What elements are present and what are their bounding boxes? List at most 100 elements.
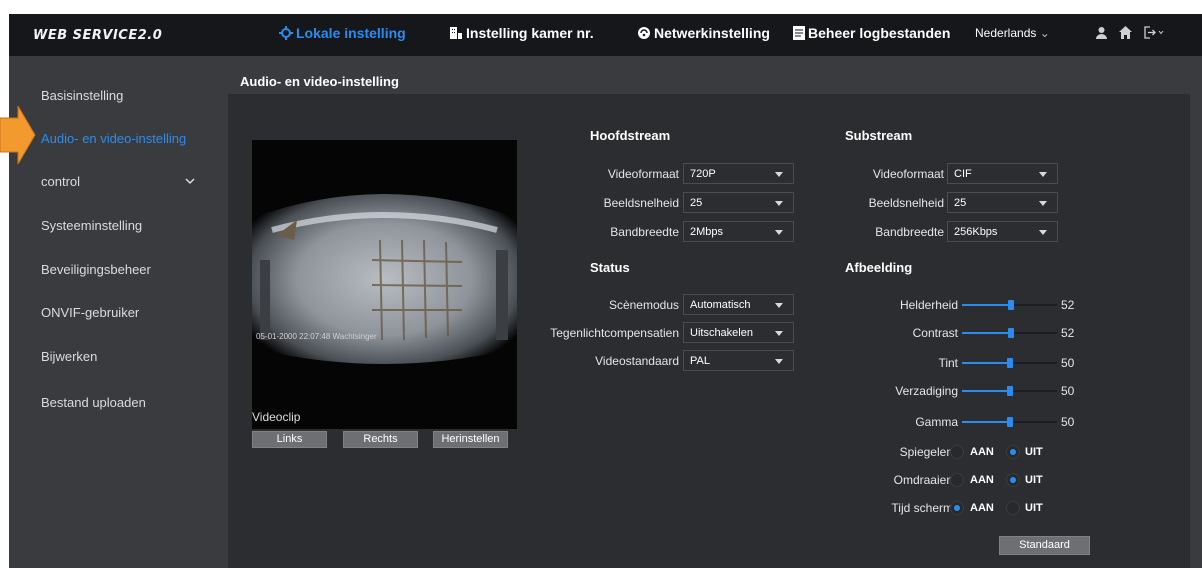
hue-label: Tint [938,356,958,370]
hue-value: 50 [1061,356,1075,370]
home-icon[interactable] [1119,26,1132,42]
time-display-label: Tijd scherm [891,501,953,515]
tab-label: Audio- en video-instelling [240,74,399,89]
video-standard-select[interactable]: PAL [683,350,794,371]
gear-icon [279,26,293,40]
slider-knob[interactable] [1008,300,1015,310]
substream-format-label: Videoformaat [872,167,944,181]
substream-bitrate-select[interactable]: 256Kbps [947,221,1058,242]
chevron-down-icon[interactable] [185,176,195,186]
backlight-label: Tegenlichtcompensatien [550,326,679,340]
mainstream-format-select[interactable]: 720P [683,163,794,184]
video-standard-value: PAL [690,355,710,367]
caret-down-icon [1039,172,1047,177]
mirror-on-radio[interactable] [950,445,964,459]
mirror-label: Spiegelen [899,445,953,459]
caret-down-icon [775,201,783,206]
logout-icon[interactable] [1144,26,1164,42]
substream-title: Substream [845,128,913,143]
sidebar-item-update[interactable]: Bijwerken [41,349,97,364]
gamma-slider[interactable] [962,416,1057,428]
flip-off-label: UIT [1025,474,1043,486]
mainstream-bitrate-label: Bandbreedte [610,225,679,239]
caret-down-icon [775,359,783,364]
flip-off-radio[interactable] [1006,473,1020,487]
building-icon [450,27,462,39]
contrast-value: 52 [1061,326,1075,340]
backlight-value: Uitschakelen [690,327,753,339]
time-display-on-radio[interactable] [950,501,964,515]
substream-bitrate-label: Bandbreedte [875,225,944,239]
pan-left-button[interactable]: Links [252,431,327,448]
brightness-value: 52 [1061,298,1075,312]
mainstream-format-value: 720P [690,168,716,180]
caret-down-icon [775,303,783,308]
substream-fps-value: 25 [954,197,967,209]
hue-slider[interactable] [962,357,1057,369]
mainstream-bitrate-select[interactable]: 2Mbps [683,221,794,242]
slider-knob[interactable] [1006,358,1013,368]
nav-local-label: Lokale instelling [296,25,406,41]
scene-mode-select[interactable]: Automatisch [683,294,794,315]
chevron-down-icon: ⌄ [1039,26,1050,40]
nav-local-settings[interactable]: Lokale instelling [279,25,406,41]
mainstream-bitrate-value: 2Mbps [690,226,724,238]
mirror-off-radio[interactable] [1006,445,1020,459]
nav-room-number[interactable]: Instelling kamer nr. [449,25,594,41]
slider-knob[interactable] [1006,386,1013,396]
time-display-off-radio[interactable] [1006,501,1020,515]
substream-bitrate-value: 256Kbps [954,226,998,238]
time-display-on-label: AAN [970,502,994,514]
contrast-slider[interactable] [962,327,1057,339]
scene-mode-label: Scènemodus [608,298,679,312]
flip-label: Omdraaien [893,473,953,487]
tab-audio-video[interactable]: Audio- en video-instelling [228,70,428,94]
nav-log-management[interactable]: Beheer logbestanden [793,25,950,41]
video-timestamp: 05-01-2000 22:07:48 Wachtsinger [256,332,377,341]
sidebar-item-security[interactable]: Beveiligingsbeheer [41,262,151,277]
slider-knob[interactable] [1008,328,1015,338]
network-icon [638,27,650,39]
slider-knob[interactable] [1006,417,1013,427]
brightness-slider[interactable] [962,299,1057,311]
nav-room-label: Instelling kamer nr. [466,25,594,41]
sidebar-item-system[interactable]: Systeeminstelling [41,218,142,233]
backlight-select[interactable]: Uitschakelen [683,322,794,343]
mainstream-fps-select[interactable]: 25 [683,192,794,213]
mainstream-title: Hoofdstream [590,128,671,143]
nav-network-settings[interactable]: Netwerkinstelling [637,25,770,41]
saturation-slider[interactable] [962,385,1057,397]
sidebar-item-onvif[interactable]: ONVIF-gebruiker [41,305,139,320]
brightness-label: Helderheid [899,298,958,312]
top-navigation-bar: WEB SERVICE2.0 Lokale instelling Instell… [9,14,1202,56]
gamma-value: 50 [1061,415,1075,429]
sidebar-item-control[interactable]: control [41,174,80,189]
camera-image [252,194,517,364]
sidebar-item-audio-video[interactable]: Audio- en video-instelling [41,131,186,146]
mainstream-format-label: Videoformaat [607,167,679,181]
nav-network-label: Netwerkinstelling [654,25,770,41]
user-icon[interactable] [1095,26,1108,42]
gamma-label: Gamma [915,415,958,429]
caret-down-icon [1039,201,1047,206]
mainstream-fps-value: 25 [690,197,703,209]
sidebar-item-upload[interactable]: Bestand uploaden [41,395,146,410]
status-title: Status [590,260,630,275]
substream-format-select[interactable]: CIF [947,163,1058,184]
caret-down-icon [775,230,783,235]
substream-format-value: CIF [954,168,972,180]
substream-fps-select[interactable]: 25 [947,192,1058,213]
mainstream-fps-label: Beeldsnelheid [603,196,679,210]
reset-button[interactable]: Herinstellen [433,431,508,448]
default-button[interactable]: Standaard [999,536,1090,555]
scene-mode-value: Automatisch [690,299,751,311]
saturation-value: 50 [1061,384,1075,398]
flip-on-radio[interactable] [950,473,964,487]
sidebar: Basisinstelling Audio- en video-instelli… [9,56,214,568]
pan-right-button[interactable]: Rechts [343,431,418,448]
sidebar-item-basic[interactable]: Basisinstelling [41,88,123,103]
flip-on-label: AAN [970,474,994,486]
video-standard-label: Videostandaard [595,354,679,368]
caret-down-icon [775,331,783,336]
language-select[interactable]: Nederlands ⌄ [975,26,1050,40]
